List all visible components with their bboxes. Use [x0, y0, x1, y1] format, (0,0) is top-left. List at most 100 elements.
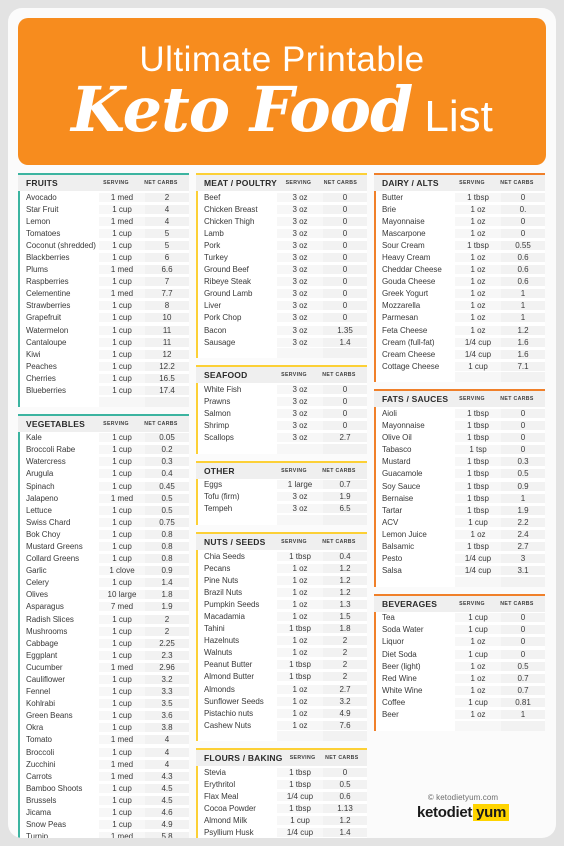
- serving-size: 7 med: [99, 602, 145, 612]
- table-row: ACV 1 cup 2.2: [382, 516, 545, 528]
- serving-size: 3 oz: [277, 433, 323, 443]
- table-row: Flax Meal 1/4 cup 0.6: [204, 791, 367, 803]
- table-row: Guacamole 1 tbsp 0.5: [382, 468, 545, 480]
- food-name: Mustard: [382, 457, 411, 467]
- section-header: FLOURS / BAKING SERVING NET CARBS: [196, 748, 367, 767]
- serving-size: 3 oz: [277, 325, 323, 335]
- net-carbs-value: 4.9: [145, 820, 189, 830]
- net-carbs-value: 4: [145, 747, 189, 757]
- serving-size: 3 oz: [277, 289, 323, 299]
- section-rows: Butter 1 tbsp 0 Brie 1 oz 0. Mayonnaise 1 oz 0 Ma…: [374, 191, 545, 383]
- food-name: Pesto: [382, 554, 403, 564]
- net-carbs-value: 3.1: [501, 566, 545, 576]
- serving-size: 1 oz: [455, 289, 501, 299]
- food-name: Garlic: [26, 566, 47, 576]
- serving-size: 1 tbsp: [455, 481, 501, 491]
- serving-size: 1 tbsp: [277, 780, 323, 790]
- net-carbs-value: 1.35: [323, 325, 367, 335]
- food-name: Lamb: [204, 228, 224, 238]
- serving-size: 1 large: [277, 480, 323, 490]
- food-name: Ground Lamb: [204, 289, 253, 299]
- net-carbs-value: 0.6: [323, 792, 367, 802]
- column-header-net-carbs: NET CARBS: [500, 180, 534, 186]
- net-carbs-value: 0: [501, 625, 545, 635]
- serving-size: 3 oz: [277, 337, 323, 347]
- net-carbs-value: 2.96: [145, 662, 189, 672]
- serving-size: 1 cup: [99, 783, 145, 793]
- food-name: Beer (light): [382, 661, 421, 671]
- table-row: Pesto 1/4 cup 3: [382, 553, 545, 565]
- table-row: Parmesan 1 oz 1: [382, 312, 545, 324]
- food-name: Okra: [26, 723, 44, 733]
- serving-size: 1 cup: [99, 675, 145, 685]
- table-row: Raspberries 1 cup 7: [26, 276, 189, 288]
- serving-size: 1 tbsp: [277, 804, 323, 814]
- serving-size: 1 oz: [455, 216, 501, 226]
- serving-size: 1 cup: [99, 505, 145, 515]
- net-carbs-value: 7.6: [323, 720, 367, 730]
- page-header: Ultimate Printable Keto Food List: [18, 18, 546, 165]
- table-row: Pistachio nuts 1 oz 4.9: [204, 707, 367, 719]
- serving-size: 3 oz: [277, 396, 323, 406]
- net-carbs-value: 0.5: [145, 505, 189, 515]
- food-name: Feta Cheese: [382, 325, 428, 335]
- net-carbs-value: 0: [323, 408, 367, 418]
- serving-size: 1 oz: [277, 684, 323, 694]
- food-name: Mayonnaise: [382, 216, 425, 226]
- net-carbs-value: 4.5: [145, 783, 189, 793]
- table-row: Celery 1 cup 1.4: [26, 577, 189, 589]
- net-carbs-value: 0: [323, 289, 367, 299]
- serving-size: 1 cup: [99, 313, 145, 323]
- food-name: Ground Beef: [204, 265, 249, 275]
- net-carbs-value: 1.2: [323, 575, 367, 585]
- food-name: Mustard Greens: [26, 541, 83, 551]
- serving-size: 1 oz: [455, 710, 501, 720]
- section-rows: Chia Seeds 1 tbsp 0.4 Pecans 1 oz 1.2 Pine Nut…: [196, 549, 367, 742]
- food-name: Stevia: [204, 767, 226, 777]
- table-row: Arugula 1 cup 0.4: [26, 468, 189, 480]
- food-name: White Wine: [382, 685, 423, 695]
- serving-size: 1 cup: [99, 240, 145, 250]
- table-row: Lettuce 1 cup 0.5: [26, 504, 189, 516]
- table-row: Greek Yogurt 1 oz 1: [382, 288, 545, 300]
- table-row: Mayonnaise 1 oz 0: [382, 215, 545, 227]
- net-carbs-value: 1: [501, 710, 545, 720]
- food-name: Mayonnaise: [382, 421, 425, 431]
- serving-size: 1/4 cup: [277, 828, 323, 838]
- column-header-serving: SERVING: [281, 372, 307, 379]
- food-name: Mascarpone: [382, 228, 426, 238]
- food-name: Kohlrabi: [26, 699, 55, 709]
- infographic-page: Ultimate Printable Keto Food List FRUITS…: [0, 0, 564, 846]
- table-row: Tabasco 1 tsp 0: [382, 444, 545, 456]
- section-fruits: FRUITS SERVING NET CARBS Avocado 1 med 2 Star …: [18, 173, 189, 407]
- header-subtitle: Ultimate Printable: [139, 40, 425, 79]
- table-row: Psyllium Husk 1/4 cup 1.4: [204, 827, 367, 838]
- food-name: Pork: [204, 240, 221, 250]
- column-header-serving: SERVING: [289, 755, 316, 762]
- serving-size: 1 oz: [455, 301, 501, 311]
- column-header-net-carbs: NET CARBS: [144, 420, 178, 427]
- section-spacer: [204, 348, 367, 359]
- serving-size: 10 large: [99, 590, 145, 600]
- food-name: Cheddar Cheese: [382, 265, 442, 275]
- table-row: Cashew Nuts 1 oz 7.6: [204, 719, 367, 731]
- net-carbs-value: 1.2: [323, 816, 367, 826]
- section-header: SEAFOOD SERVING NET CARBS: [196, 365, 367, 384]
- food-name: Brazil Nuts: [204, 587, 243, 597]
- table-row: Pork 3 oz 0: [204, 239, 367, 251]
- net-carbs-value: 1.4: [145, 578, 189, 588]
- table-row: Tempeh 3 oz 6.5: [204, 503, 367, 515]
- food-name: Mozzarella: [382, 301, 421, 311]
- food-name: Bok Choy: [26, 529, 61, 539]
- serving-size: 1 tbsp: [455, 408, 501, 418]
- footer-url: © ketodietyum.com: [427, 793, 499, 802]
- serving-size: 1 tbsp: [277, 767, 323, 777]
- serving-size: 1/4 cup: [455, 566, 501, 576]
- table-row: Eggs 1 large 0.7: [204, 479, 367, 491]
- net-carbs-value: 4: [145, 735, 189, 745]
- serving-size: 1 clove: [99, 566, 145, 576]
- serving-size: 1 med: [99, 216, 145, 226]
- serving-size: 3 oz: [277, 492, 323, 502]
- table-row: Heavy Cream 1 oz 0.6: [382, 251, 545, 263]
- food-name: Jicama: [26, 808, 52, 818]
